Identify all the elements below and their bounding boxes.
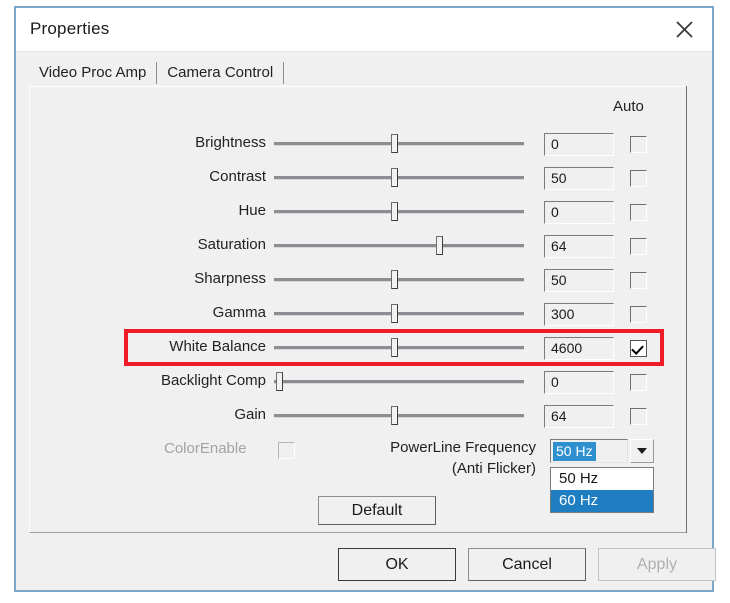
slider-gamma[interactable] xyxy=(274,298,524,328)
value-field[interactable]: 0 xyxy=(544,133,614,156)
caret-shape xyxy=(637,448,647,454)
auto-checkbox[interactable] xyxy=(630,408,647,425)
slider-track xyxy=(274,210,524,214)
dropdown-option-50hz[interactable]: 50 Hz xyxy=(551,468,653,490)
slider-white-balance[interactable] xyxy=(274,332,524,362)
control-label: Gamma xyxy=(212,304,266,321)
value-field[interactable]: 300 xyxy=(544,303,614,326)
slider-thumb[interactable] xyxy=(391,304,398,323)
slider-thumb[interactable] xyxy=(391,134,398,153)
slider-contrast[interactable] xyxy=(274,162,524,192)
control-row-white-balance: White Balance 4600 xyxy=(16,332,712,362)
control-row-saturation: Saturation 64 xyxy=(16,230,712,260)
slider-track xyxy=(274,176,524,180)
control-label: Gain xyxy=(234,406,266,423)
auto-checkbox[interactable] xyxy=(630,204,647,221)
value-field[interactable]: 4600 xyxy=(544,337,614,360)
slider-thumb[interactable] xyxy=(391,202,398,221)
powerline-frequency-select[interactable]: 50 Hz xyxy=(550,439,628,463)
powerline-selected-value: 50 Hz xyxy=(553,442,596,461)
slider-track xyxy=(274,244,524,248)
default-button[interactable]: Default xyxy=(318,496,436,525)
ok-button[interactable]: OK xyxy=(338,548,456,581)
value-field[interactable]: 0 xyxy=(544,371,614,394)
control-row-backlight-comp: Backlight Comp 0 xyxy=(16,366,712,396)
window-title: Properties xyxy=(30,19,110,38)
control-label: Brightness xyxy=(195,134,266,151)
control-row-sharpness: Sharpness 50 xyxy=(16,264,712,294)
tab-label: Camera Control xyxy=(167,64,274,81)
tab-separator xyxy=(283,62,285,84)
tab-camera-control[interactable]: Camera Control xyxy=(157,60,284,86)
color-enable-checkbox xyxy=(278,442,295,459)
auto-checkbox[interactable] xyxy=(630,238,647,255)
slider-track xyxy=(274,414,524,418)
control-label: Sharpness xyxy=(194,270,266,287)
auto-checkbox[interactable] xyxy=(630,374,647,391)
color-enable-label: ColorEnable xyxy=(164,440,247,457)
title-bar: Properties xyxy=(16,8,712,52)
control-row-gamma: Gamma 300 xyxy=(16,298,712,328)
powerline-frequency-label: PowerLine Frequency xyxy=(390,439,536,456)
auto-checkbox[interactable] xyxy=(630,170,647,187)
control-label: Contrast xyxy=(209,168,266,185)
control-row-hue: Hue 0 xyxy=(16,196,712,226)
slider-hue[interactable] xyxy=(274,196,524,226)
screen: Properties Video Proc Amp Camera Control… xyxy=(0,0,730,603)
powerline-frequency-dropdown: 50 Hz 60 Hz xyxy=(550,467,654,513)
value-field[interactable]: 64 xyxy=(544,405,614,428)
cancel-button[interactable]: Cancel xyxy=(468,548,586,581)
control-label: Hue xyxy=(238,202,266,219)
slider-track xyxy=(274,278,524,282)
slider-brightness[interactable] xyxy=(274,128,524,158)
close-icon[interactable] xyxy=(656,8,712,51)
value-field[interactable]: 50 xyxy=(544,167,614,190)
tab-strip: Video Proc Amp Camera Control xyxy=(29,58,285,86)
slider-track xyxy=(274,380,524,384)
slider-track xyxy=(274,346,524,350)
slider-thumb[interactable] xyxy=(391,406,398,425)
control-row-gain: Gain 64 xyxy=(16,400,712,430)
slider-thumb[interactable] xyxy=(391,270,398,289)
slider-track xyxy=(274,142,524,146)
tab-video-proc-amp[interactable]: Video Proc Amp xyxy=(29,60,157,86)
auto-checkbox[interactable] xyxy=(630,136,647,153)
auto-checkbox[interactable] xyxy=(630,272,647,289)
slider-thumb[interactable] xyxy=(391,338,398,357)
auto-checkbox[interactable] xyxy=(630,340,647,357)
slider-saturation[interactable] xyxy=(274,230,524,260)
control-row-contrast: Contrast 50 xyxy=(16,162,712,192)
anti-flicker-label: (Anti Flicker) xyxy=(451,460,536,477)
tab-label: Video Proc Amp xyxy=(39,64,147,81)
properties-dialog: Properties Video Proc Amp Camera Control… xyxy=(14,6,716,592)
control-label: Saturation xyxy=(197,236,266,253)
slider-sharpness[interactable] xyxy=(274,264,524,294)
slider-thumb[interactable] xyxy=(276,372,283,391)
slider-thumb[interactable] xyxy=(391,168,398,187)
slider-backlight-comp[interactable] xyxy=(274,366,524,396)
control-label: Backlight Comp xyxy=(160,372,266,389)
auto-column-header: Auto xyxy=(613,98,644,115)
slider-gain[interactable] xyxy=(274,400,524,430)
slider-track xyxy=(274,312,524,316)
control-row-brightness: Brightness 0 xyxy=(16,128,712,158)
slider-thumb[interactable] xyxy=(436,236,443,255)
chevron-down-icon[interactable] xyxy=(630,439,654,463)
value-field[interactable]: 50 xyxy=(544,269,614,292)
dropdown-option-60hz[interactable]: 60 Hz xyxy=(551,490,653,512)
value-field[interactable]: 64 xyxy=(544,235,614,258)
value-field[interactable]: 0 xyxy=(544,201,614,224)
apply-button: Apply xyxy=(598,548,716,581)
auto-checkbox[interactable] xyxy=(630,306,647,323)
control-label: White Balance xyxy=(169,338,266,355)
